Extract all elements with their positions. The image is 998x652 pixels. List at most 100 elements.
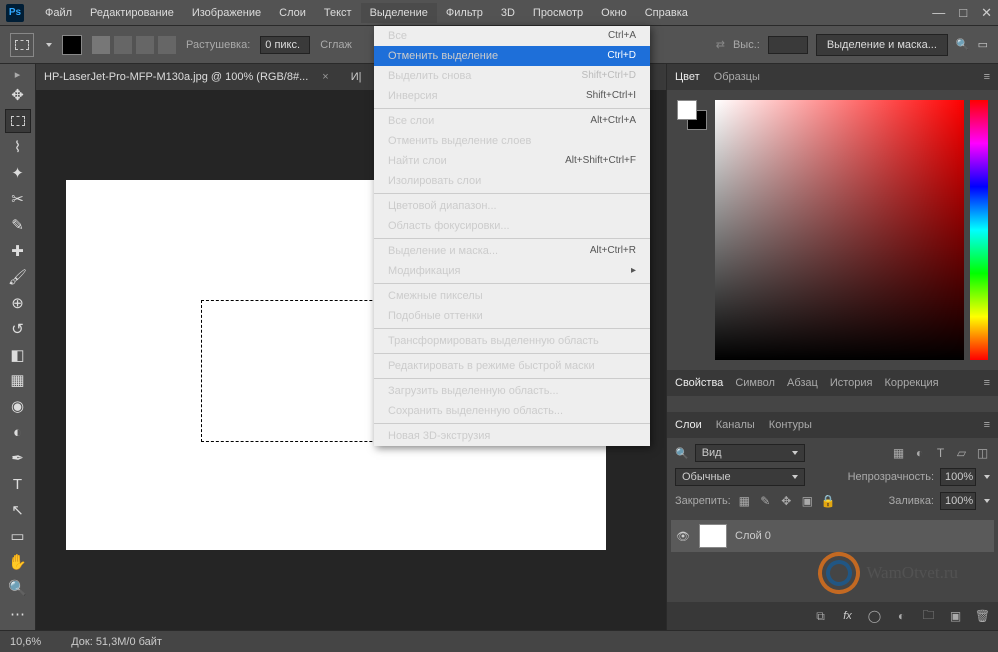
dodge-tool[interactable]: ◐ (5, 420, 31, 444)
adjust-layer-icon[interactable]: ◐ (894, 609, 909, 624)
layer-thumb[interactable] (699, 524, 727, 548)
menu-select[interactable]: Выделение (361, 3, 437, 23)
panel-menu-icon[interactable]: ≡ (984, 377, 990, 389)
menu-item[interactable]: Отменить выделениеCtrl+D (374, 46, 650, 66)
zoom-level[interactable]: 10,6% (10, 636, 41, 648)
menu-text[interactable]: Текст (315, 3, 361, 23)
tab-adjustments[interactable]: Коррекция (885, 377, 939, 389)
feather-input[interactable] (260, 36, 310, 54)
menu-item[interactable]: Сохранить выделенную область... (374, 401, 650, 421)
select-mask-button[interactable]: Выделение и маска... (816, 34, 948, 56)
trash-icon[interactable]: 🗑 (975, 609, 990, 624)
heal-tool[interactable]: ✚ (5, 239, 31, 263)
color-field[interactable] (715, 100, 964, 360)
swap-icon[interactable]: ⇄ (716, 38, 725, 51)
tab-history[interactable]: История (830, 377, 873, 389)
type-tool[interactable]: T (5, 472, 31, 496)
filter-smart-icon[interactable]: ◫ (975, 446, 990, 461)
tab-layers[interactable]: Слои (675, 419, 702, 431)
close-icon[interactable]: ✕ (981, 5, 992, 21)
maximize-icon[interactable]: □ (959, 5, 967, 21)
menu-item[interactable]: Подобные оттенки (374, 306, 650, 326)
tab-properties[interactable]: Свойства (675, 377, 723, 389)
menu-item[interactable]: Найти слоиAlt+Shift+Ctrl+F (374, 151, 650, 171)
menu-item[interactable]: Модификация▸ (374, 261, 650, 281)
menu-window[interactable]: Окно (592, 3, 636, 23)
lasso-tool[interactable]: ⌇ (5, 135, 31, 159)
tab-channels[interactable]: Каналы (716, 419, 755, 431)
tab-color[interactable]: Цвет (675, 71, 700, 83)
menu-item[interactable]: ИнверсияShift+Ctrl+I (374, 86, 650, 106)
pen-tool[interactable]: ✒ (5, 446, 31, 470)
brush-tool[interactable]: 🖌 (5, 265, 31, 289)
mode-add-icon[interactable] (114, 36, 132, 54)
fg-swatch[interactable] (62, 35, 82, 55)
tab-paragraph[interactable]: Абзац (787, 377, 818, 389)
tab-character[interactable]: Символ (735, 377, 775, 389)
panels-toggle-icon[interactable]: ▭ (978, 38, 988, 51)
new-layer-icon[interactable]: ▣ (948, 609, 963, 624)
panel-menu-icon[interactable]: ≡ (984, 71, 990, 83)
mask-icon[interactable]: ◯ (867, 609, 882, 624)
fx-icon[interactable]: fx (840, 609, 855, 624)
menu-item[interactable]: Область фокусировки... (374, 216, 650, 236)
document-tab[interactable]: HP-LaserJet-Pro-MFP-M130a.jpg @ 100% (RG… (44, 71, 308, 83)
group-icon[interactable]: 🗀 (921, 609, 936, 624)
menu-item[interactable]: Загрузить выделенную область... (374, 381, 650, 401)
menu-item[interactable]: Отменить выделение слоев (374, 131, 650, 151)
menu-item[interactable]: Выделение и маска...Alt+Ctrl+R (374, 241, 650, 261)
filter-kind-select[interactable]: Вид (695, 444, 805, 462)
shape-tool[interactable]: ▭ (5, 524, 31, 548)
filter-kind-icon[interactable]: 🔍 (675, 447, 689, 460)
menu-item[interactable]: Редактировать в режиме быстрой маски (374, 356, 650, 376)
lock-paint-icon[interactable]: ✎ (758, 494, 773, 509)
menu-item[interactable]: Смежные пикселы (374, 286, 650, 306)
blend-mode-select[interactable]: Обычные (675, 468, 805, 486)
crop-tool[interactable]: ✂ (5, 187, 31, 211)
minimize-icon[interactable]: — (932, 5, 945, 21)
blur-tool[interactable]: ◉ (5, 394, 31, 418)
hand-tool[interactable]: ✋ (5, 550, 31, 574)
menu-file[interactable]: Файл (36, 3, 81, 23)
menu-layers[interactable]: Слои (270, 3, 315, 23)
eyedropper-tool[interactable]: ✎ (5, 213, 31, 237)
mode-int-icon[interactable] (158, 36, 176, 54)
search-icon[interactable]: 🔍 (956, 38, 970, 51)
menu-item[interactable]: Цветовой диапазон... (374, 196, 650, 216)
menu-item[interactable]: Трансформировать выделенную область (374, 331, 650, 351)
tab-swatches[interactable]: Образцы (714, 71, 760, 83)
filter-shape-icon[interactable]: ▱ (954, 446, 969, 461)
filter-type-icon[interactable]: T (933, 446, 948, 461)
eraser-tool[interactable]: ◧ (5, 343, 31, 367)
path-tool[interactable]: ↖ (5, 498, 31, 522)
filter-pixel-icon[interactable]: ▦ (891, 446, 906, 461)
mode-new-icon[interactable] (92, 36, 110, 54)
menu-help[interactable]: Справка (636, 3, 697, 23)
layer-name[interactable]: Слой 0 (735, 530, 771, 542)
visibility-icon[interactable]: 👁 (675, 530, 691, 543)
gradient-tool[interactable]: ▦ (5, 368, 31, 392)
marquee-tool[interactable] (5, 109, 31, 133)
tab-paths[interactable]: Контуры (769, 419, 812, 431)
zoom-tool[interactable]: 🔍 (5, 576, 31, 600)
panel-menu-icon[interactable]: ≡ (984, 419, 990, 431)
menu-edit[interactable]: Редактирование (81, 3, 183, 23)
fill-input[interactable]: 100% (940, 492, 976, 510)
doc-info[interactable]: Док: 51,3M/0 байт (71, 636, 162, 648)
lock-nest-icon[interactable]: ▣ (800, 494, 815, 509)
history-brush-tool[interactable]: ↺ (5, 317, 31, 341)
more-tools[interactable]: ⋯ (5, 602, 31, 626)
marquee-tool-preset[interactable] (10, 33, 34, 57)
hue-slider[interactable] (970, 100, 988, 360)
fg-bg-swatches[interactable] (677, 100, 709, 132)
menu-item[interactable]: Изолировать слои (374, 171, 650, 191)
menu-3d[interactable]: 3D (492, 3, 524, 23)
opacity-input[interactable]: 100% (940, 468, 976, 486)
link-icon[interactable]: ⧉ (813, 609, 828, 624)
mode-sub-icon[interactable] (136, 36, 154, 54)
lock-trans-icon[interactable]: ▦ (737, 494, 752, 509)
move-tool[interactable]: ✥ (5, 83, 31, 107)
menu-item[interactable]: ВсеCtrl+A (374, 26, 650, 46)
menu-image[interactable]: Изображение (183, 3, 270, 23)
clone-tool[interactable]: ⊕ (5, 291, 31, 315)
